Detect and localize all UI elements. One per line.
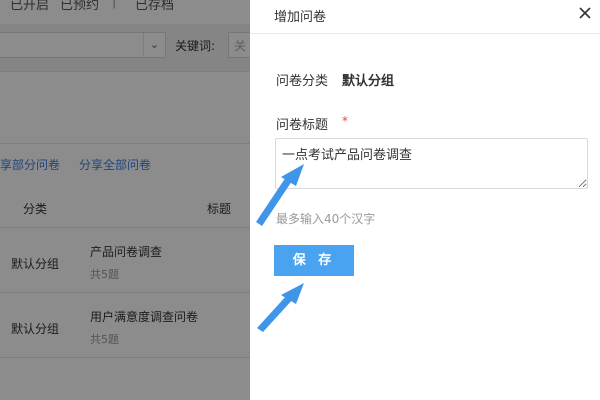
arrow-to-title-input-icon [256, 164, 304, 226]
annotation-arrows [256, 164, 304, 332]
arrow-to-save-button-icon [257, 283, 304, 332]
